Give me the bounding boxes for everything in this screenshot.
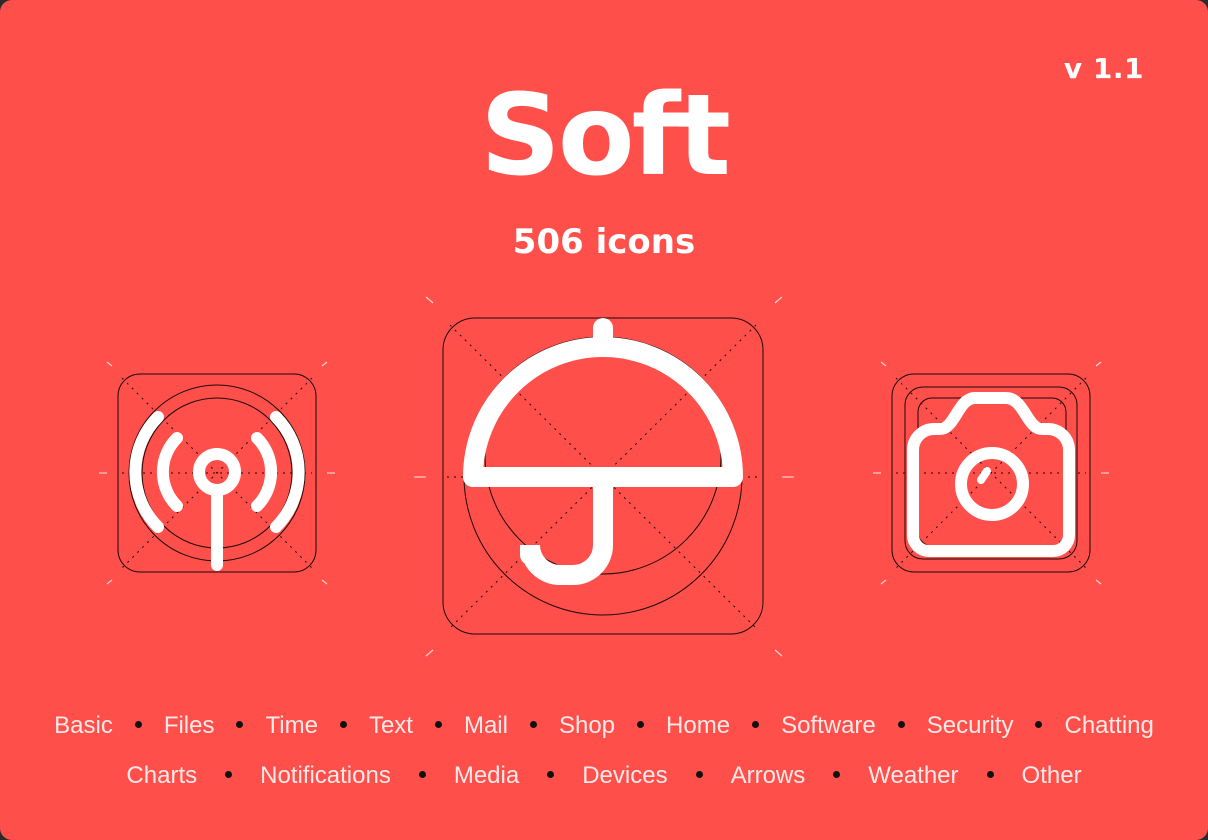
separator-dot (339, 721, 347, 729)
antenna-glyph (129, 411, 305, 571)
category-time: Time (265, 712, 318, 739)
separator-dot (897, 721, 905, 729)
category-software: Software (781, 712, 876, 739)
category-devices: Devices (582, 762, 668, 789)
category-files: Files (163, 712, 215, 739)
separator-dot (833, 771, 841, 779)
separator-dot (134, 721, 142, 729)
category-basic: Basic (54, 712, 113, 739)
separator-dot (637, 721, 645, 729)
broadcast-antenna-icon (99, 361, 335, 585)
camera-icon (873, 361, 1109, 585)
cover-card: v 1.1 Soft 506 icons Basic Files Time Te… (0, 0, 1208, 840)
separator-dot (529, 721, 537, 729)
category-charts: Charts (126, 762, 198, 789)
category-row-2: Charts Notifications Media Devices Arrows Wea… (0, 762, 1208, 790)
category-text: Text (368, 712, 413, 739)
separator-dot (418, 771, 426, 779)
category-row-1: Basic Files Time Text Mail Shop Home Software Se… (0, 712, 1208, 740)
umbrella-glyph (463, 318, 743, 585)
separator-dot (695, 771, 703, 779)
category-other: Other (1021, 762, 1082, 789)
separator-dot (1035, 721, 1043, 729)
separator-dot (547, 771, 555, 779)
category-chatting: Chatting (1064, 712, 1154, 739)
separator-dot (225, 771, 233, 779)
separator-dot (434, 721, 442, 729)
category-mail: Mail (463, 712, 508, 739)
separator-dot (986, 771, 994, 779)
umbrella-icon (414, 296, 794, 657)
category-arrows: Arrows (730, 762, 806, 789)
category-notifications: Notifications (260, 762, 391, 789)
category-security: Security (926, 712, 1014, 739)
separator-dot (752, 721, 760, 729)
category-shop: Shop (558, 712, 616, 739)
category-weather: Weather (868, 762, 959, 789)
category-media: Media (453, 762, 520, 789)
category-home: Home (666, 712, 731, 739)
separator-dot (236, 721, 244, 729)
